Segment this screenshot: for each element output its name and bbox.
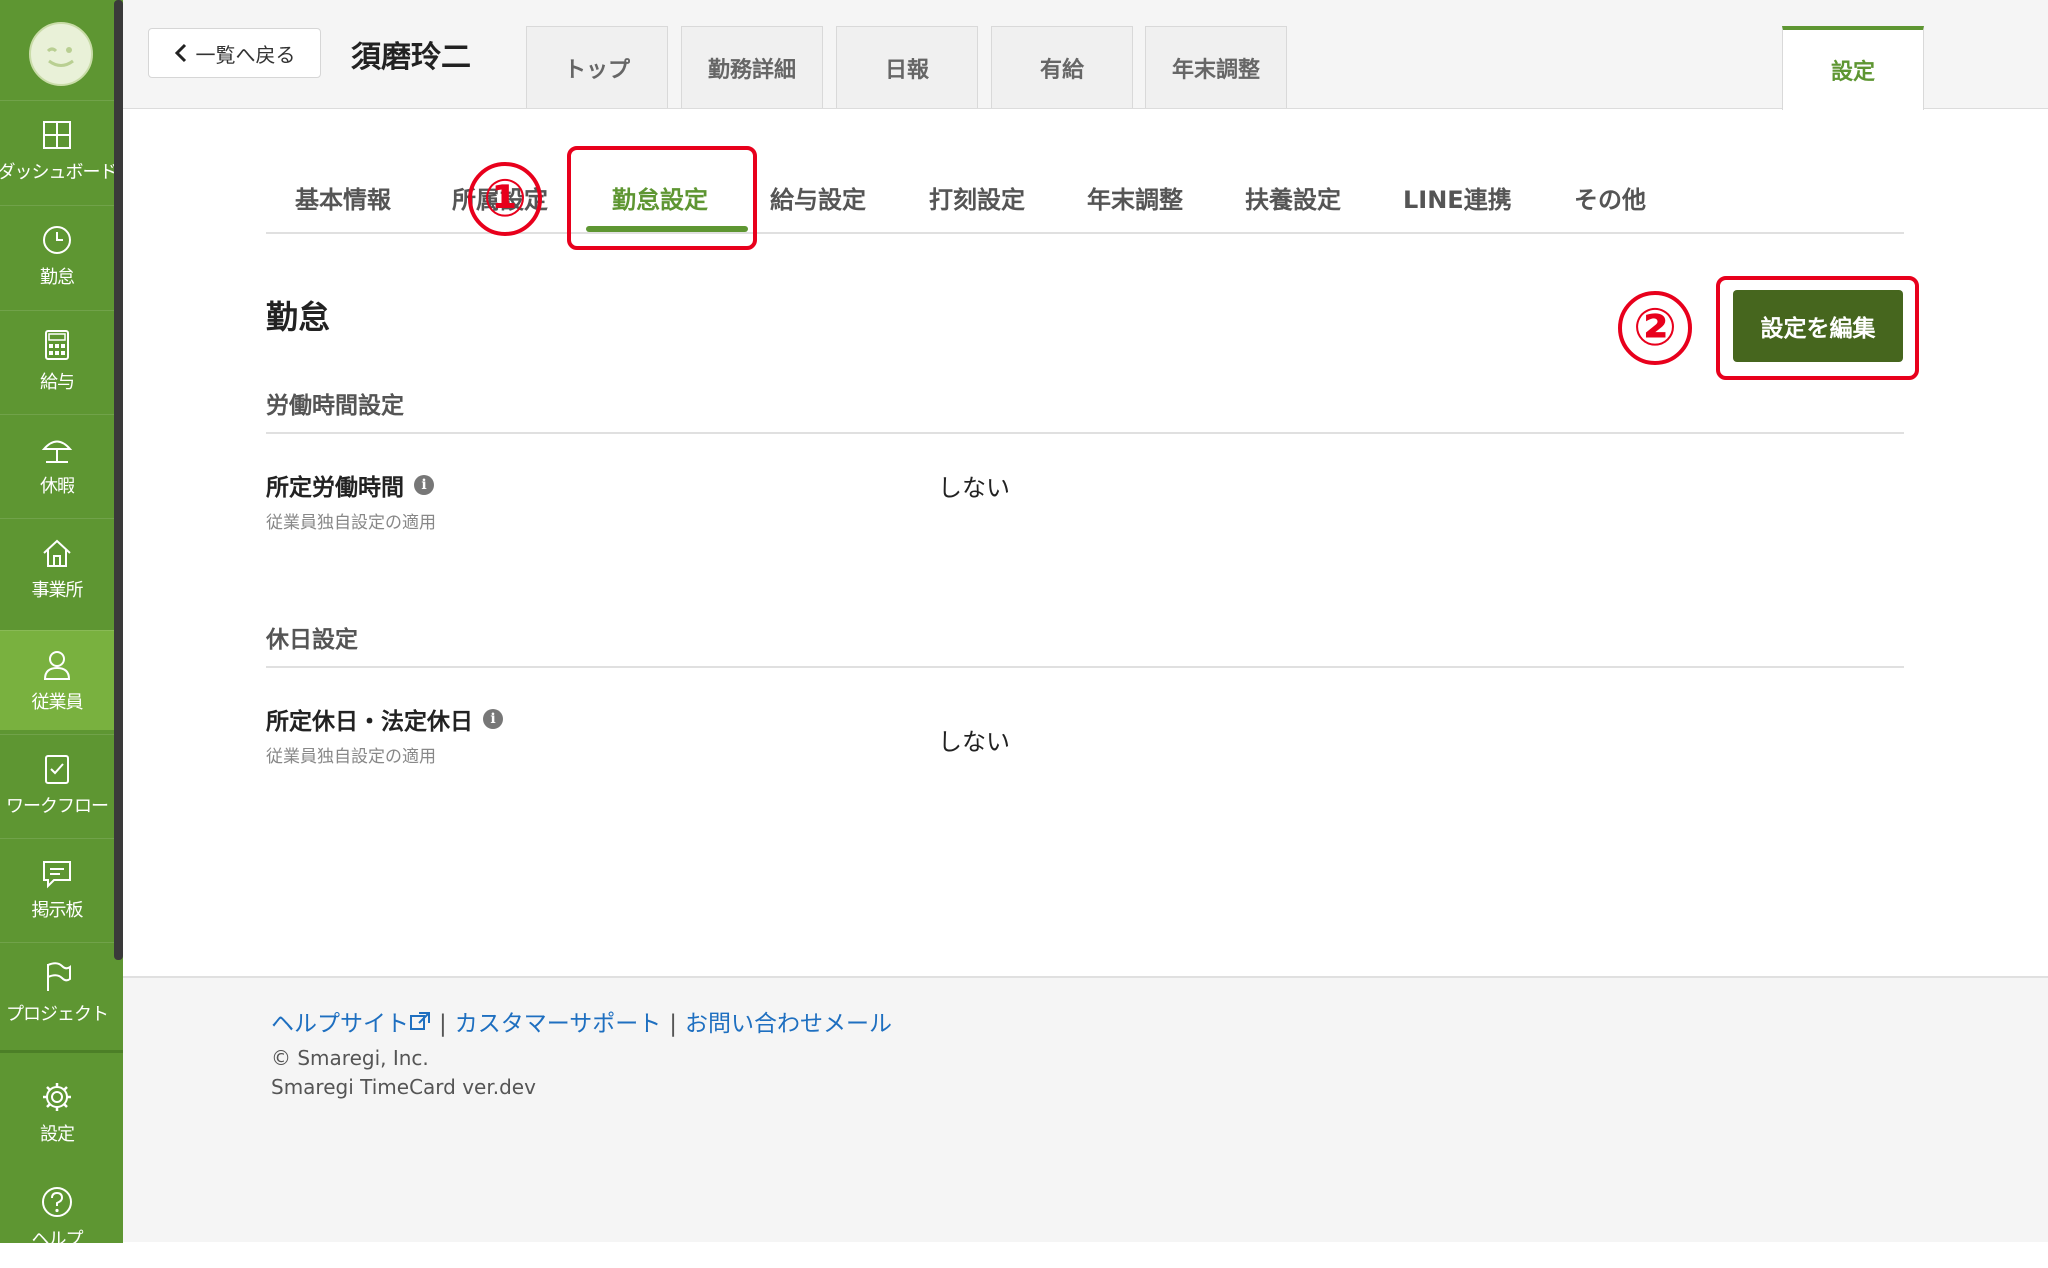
- sidebar: ダッシュボード 勤怠 給与 休暇 事業所 従業員 ワークフロー 掲示板 プロジェ…: [0, 0, 123, 1250]
- field-sub-label: 従業員独自設定の適用: [266, 747, 436, 767]
- edit-settings-button[interactable]: 設定を編集: [1733, 290, 1903, 362]
- sidebar-item-label: 給与: [40, 371, 75, 393]
- info-icon[interactable]: i: [483, 709, 503, 729]
- field-label-scheduled-hours: 所定労働時間 i: [266, 468, 434, 502]
- tab-work-details[interactable]: 勤務詳細: [681, 26, 823, 108]
- sidebar-item-settings[interactable]: 設定: [0, 1063, 114, 1163]
- tab-label: 設定: [1830, 60, 1875, 85]
- home-icon: [43, 539, 71, 567]
- subtab-dependents[interactable]: 扶養設定: [1245, 180, 1341, 215]
- flag-icon: [47, 961, 71, 991]
- tab-daily-report[interactable]: 日報: [836, 26, 978, 108]
- contact-mail-link[interactable]: お問い合わせメール: [685, 1011, 892, 1037]
- subtab-payroll[interactable]: 給与設定: [770, 180, 866, 215]
- chevron-left-icon: [174, 43, 186, 63]
- gear-icon: [43, 1083, 71, 1111]
- back-to-list-button[interactable]: 一覧へ戻る: [148, 28, 321, 78]
- annotation-highlight-attendance-tab: [567, 146, 757, 250]
- field-label-text: 所定労働時間: [266, 475, 404, 501]
- section-title: 勤怠: [266, 298, 331, 336]
- tab-top[interactable]: トップ: [526, 26, 668, 108]
- sidebar-item-dashboard[interactable]: ダッシュボード: [0, 100, 118, 200]
- group-heading-holidays: 休日設定: [266, 620, 1904, 668]
- tab-label: 勤務詳細: [707, 57, 796, 83]
- calculator-icon: [45, 329, 69, 360]
- sidebar-item-office[interactable]: 事業所: [0, 518, 114, 618]
- sidebar-scrollbar[interactable]: [114, 0, 123, 960]
- separator: |: [669, 1011, 678, 1037]
- sidebar-item-workflow[interactable]: ワークフロー: [0, 734, 114, 834]
- sidebar-item-label: 事業所: [31, 579, 84, 601]
- customer-support-link[interactable]: カスタマーサポート: [455, 1011, 662, 1037]
- umbrella-icon: [41, 440, 73, 463]
- sidebar-item-attendance[interactable]: 勤怠: [0, 205, 114, 305]
- tab-year-end-adjustment[interactable]: 年末調整: [1145, 26, 1287, 108]
- tab-label: 年末調整: [1171, 57, 1260, 83]
- tab-label: トップ: [563, 57, 630, 83]
- sidebar-item-label: プロジェクト: [6, 1003, 109, 1025]
- field-value-holidays: しない: [938, 728, 1010, 756]
- employee-header: 一覧へ戻る 須磨玲二 トップ 勤務詳細 日報 有給 年末調整 設定: [123, 0, 2048, 110]
- sidebar-item-label: 設定: [40, 1124, 75, 1145]
- sidebar-item-board[interactable]: 掲示板: [0, 838, 114, 938]
- sidebar-item-project[interactable]: プロジェクト: [0, 942, 114, 1042]
- external-link-icon: [410, 1012, 430, 1030]
- sidebar-item-label: 勤怠: [40, 266, 75, 288]
- tab-settings[interactable]: 設定: [1782, 26, 1924, 110]
- sidebar-item-help[interactable]: ヘルプ: [0, 1168, 114, 1268]
- sidebar-item-employees[interactable]: 従業員: [0, 630, 114, 730]
- footer: ヘルプサイト | カスタマーサポート | お問い合わせメール © Smaregi, In…: [123, 976, 2048, 1242]
- sidebar-item-label: 休暇: [40, 475, 75, 497]
- employee-name: 須磨玲二: [351, 40, 471, 75]
- back-button-label: 一覧へ戻る: [195, 42, 296, 67]
- person-icon: [43, 650, 71, 680]
- copyright: © Smaregi, Inc.: [271, 1046, 429, 1070]
- annotation-number-one: ①: [468, 162, 542, 236]
- field-value-scheduled-hours: しない: [938, 474, 1010, 502]
- tab-label: 日報: [884, 57, 929, 83]
- annotation-number-two: ②: [1618, 291, 1692, 365]
- sidebar-item-label: ワークフロー: [6, 795, 109, 817]
- message-icon: [43, 860, 71, 888]
- subtab-year-end[interactable]: 年末調整: [1087, 180, 1183, 215]
- tab-paid-leave[interactable]: 有給: [991, 26, 1133, 108]
- app-version: Smaregi TimeCard ver.dev: [271, 1075, 536, 1099]
- info-icon[interactable]: i: [414, 475, 434, 495]
- sidebar-item-payroll[interactable]: 給与: [0, 310, 114, 410]
- subtab-other[interactable]: その他: [1574, 180, 1646, 215]
- subtab-line[interactable]: LINE連携: [1403, 180, 1512, 215]
- sidebar-item-label: 掲示板: [31, 899, 84, 921]
- sidebar-item-label: ダッシュボード: [0, 161, 118, 183]
- dashboard-icon: [43, 120, 71, 149]
- sidebar-item-label: ヘルプ: [31, 1229, 84, 1250]
- sidebar-item-label: 従業員: [31, 691, 84, 713]
- sidebar-item-leave[interactable]: 休暇: [0, 414, 114, 514]
- field-label-holidays: 所定休日・法定休日 i: [266, 702, 503, 736]
- subtab-punch[interactable]: 打刻設定: [929, 180, 1025, 215]
- subtab-basic-info[interactable]: 基本情報: [295, 180, 391, 215]
- avatar[interactable]: [29, 22, 93, 86]
- clipboard-check-icon: [45, 754, 69, 784]
- clock-icon: [43, 225, 71, 254]
- help-icon: [42, 1187, 72, 1217]
- field-sub-label: 従業員独自設定の適用: [266, 513, 436, 533]
- smiley-avatar-icon: [46, 47, 74, 67]
- help-site-link[interactable]: ヘルプサイト: [271, 1011, 409, 1037]
- sidebar-bottom: 設定 ヘルプ: [0, 1050, 123, 1250]
- group-heading-working-hours: 労働時間設定: [266, 386, 1904, 434]
- footer-links: ヘルプサイト | カスタマーサポート | お問い合わせメール: [271, 1004, 892, 1038]
- field-label-text: 所定休日・法定休日: [266, 709, 473, 735]
- tab-label: 有給: [1039, 57, 1084, 83]
- separator: |: [439, 1011, 447, 1037]
